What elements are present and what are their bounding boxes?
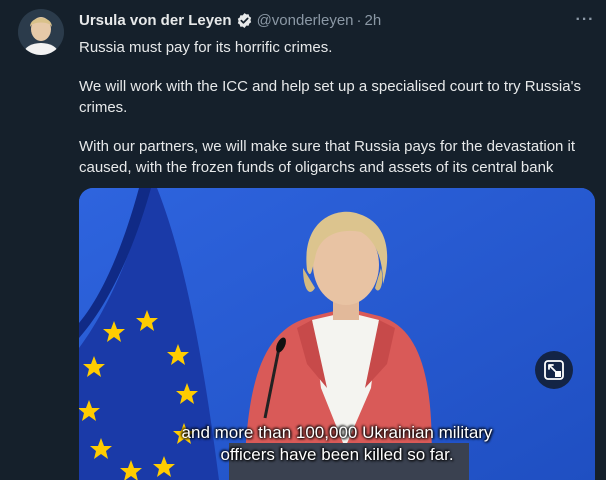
timestamp[interactable]: 2h xyxy=(365,12,382,29)
video-caption: and more than 100,000 Ukrainian military… xyxy=(79,422,595,466)
more-options-icon[interactable]: ··· xyxy=(574,10,596,30)
tweet-header: Ursula von der Leyen @vonderleyen · 2h xyxy=(79,10,381,30)
tweet-video[interactable]: and more than 100,000 Ukrainian military… xyxy=(79,188,595,480)
author-handle[interactable]: @vonderleyen xyxy=(257,12,354,29)
avatar[interactable] xyxy=(18,9,64,55)
verified-badge-icon xyxy=(236,12,253,29)
tweet-paragraph-1: Russia must pay for its horrific crimes. xyxy=(79,39,333,56)
author-name[interactable]: Ursula von der Leyen xyxy=(79,12,232,29)
caption-line-2: officers have been killed so far. xyxy=(220,445,454,464)
tweet-text: Russia must pay for its horrific crimes.… xyxy=(79,37,599,196)
caption-line-1: and more than 100,000 Ukrainian military xyxy=(181,423,493,442)
tweet-paragraph-3: With our partners, we will make sure tha… xyxy=(79,138,576,176)
expand-media-icon[interactable] xyxy=(535,351,573,389)
separator-dot: · xyxy=(356,11,362,29)
tweet-paragraph-2: We will work with the ICC and help set u… xyxy=(79,78,581,116)
